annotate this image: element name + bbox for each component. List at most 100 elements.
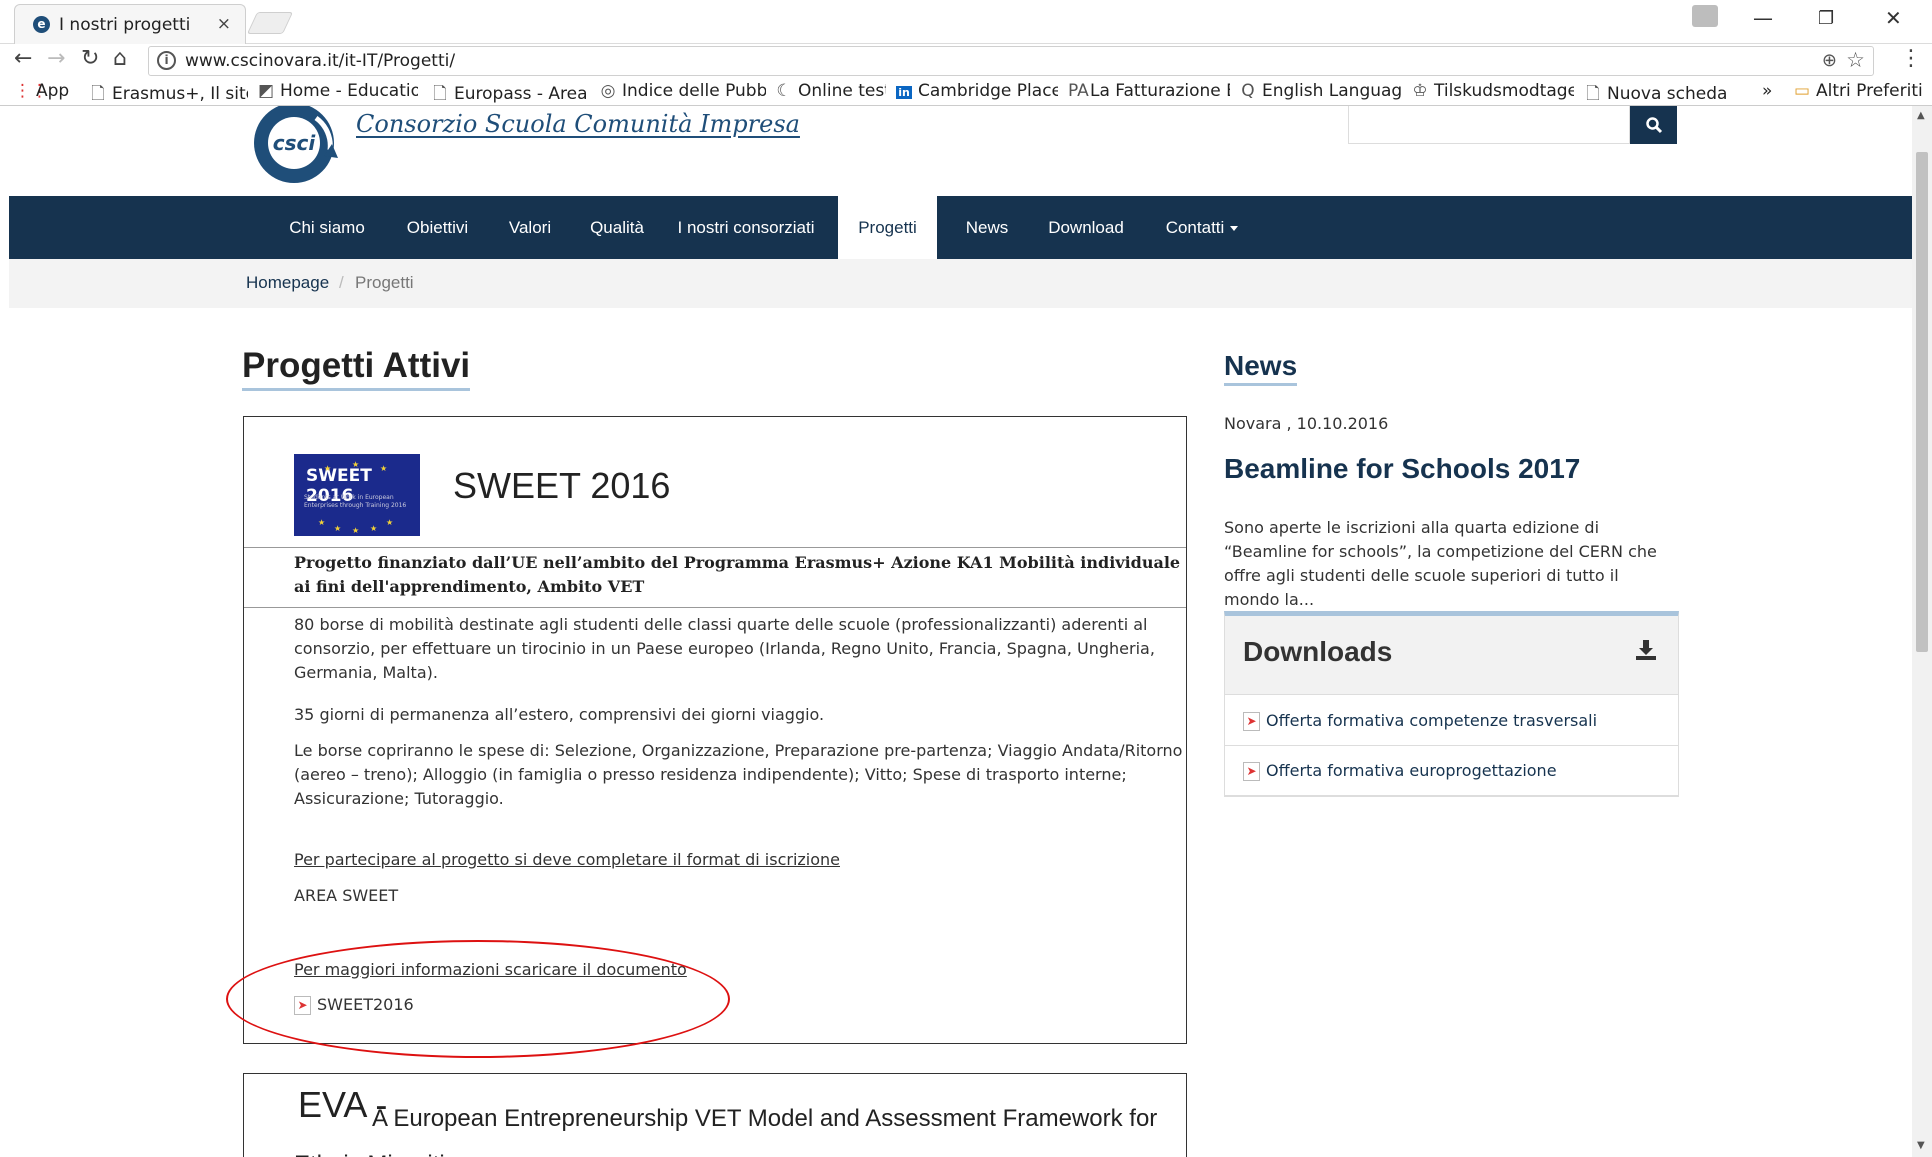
site-favicon-icon: e (33, 16, 50, 33)
bookmark-label: Online test (798, 81, 886, 101)
info-icon[interactable]: i (157, 51, 176, 70)
folder-icon: ▭ (1794, 81, 1811, 101)
apps-icon: ⋮⋮ (14, 81, 48, 101)
nav-item-label: Valori (508, 218, 552, 237)
restore-icon[interactable]: ❐ (1818, 8, 1834, 29)
nav-item-chi-siamo[interactable]: Chi siamo (279, 196, 375, 259)
nav-item-valori[interactable]: Valori (498, 196, 562, 259)
main-nav: Chi siamo Obiettivi Valori Qualità I nostri … (9, 196, 1912, 259)
nav-item-i-nostri-consorziati[interactable]: I nostri consorziati (674, 196, 818, 259)
nav-item-download[interactable]: Download (1037, 196, 1135, 259)
pdf-icon: ➤ (1243, 712, 1260, 731)
bookmark-item[interactable]: ⋮⋮App (14, 81, 84, 101)
project-description-1: 80 borse di mobilità destinate agli stud… (294, 615, 1155, 682)
bookmark-item[interactable]: PALa Fatturazione El (1068, 81, 1230, 101)
back-icon[interactable]: ← (14, 46, 32, 71)
brand-name[interactable]: Consorzio Scuola Comunità Impresa (356, 110, 800, 138)
search-input[interactable] (1348, 106, 1630, 144)
browser-toolbar: ← → ↻ ⌂ i www.cscinovara.it/it-IT/Proget… (0, 44, 1932, 78)
divider (244, 547, 1186, 548)
nav-item-label: News (965, 218, 1009, 237)
nav-item-label: Obiettivi (406, 218, 469, 237)
logo-text: csci (273, 131, 317, 155)
tab-close-icon[interactable]: × (217, 14, 231, 34)
bookmark-label: Tilskudsmodtage (1434, 81, 1574, 101)
nav-item-contatti[interactable]: Contatti (1154, 196, 1250, 259)
eu-star-icon: ★ (334, 524, 342, 533)
eu-star-icon: ★ (318, 518, 326, 527)
project-description-3: Le borse copriranno le spese di: Selezio… (294, 741, 1183, 808)
zoom-icon[interactable]: ⊕ (1822, 50, 1837, 71)
download-label: Offerta formativa europrogettazione (1266, 761, 1557, 780)
bookmark-item[interactable]: ☾ Online test (776, 81, 886, 101)
forward-icon[interactable]: → (47, 46, 65, 71)
nav-item-label: Download (1048, 218, 1124, 237)
bookmark-label: La Fatturazione El (1090, 81, 1230, 101)
nav-item-progetti[interactable]: Progetti (838, 196, 937, 259)
nav-item-label: Contatti (1165, 218, 1225, 237)
bookmark-label: App (36, 81, 70, 101)
project-logo: SWEET 2016 Students at Work in European … (294, 454, 420, 536)
moon-icon: ☾ (776, 81, 792, 101)
signup-link[interactable]: Per partecipare al progetto si deve comp… (294, 848, 1184, 872)
bookmark-item[interactable]: ♔ Tilskudsmodtage (1412, 81, 1574, 101)
page-title: Progetti Attivi (242, 346, 471, 391)
home-icon[interactable]: ⌂ (113, 46, 127, 71)
bookmarks-bar: ⋮⋮App 🗋 Erasmus+, Il sito ◩ Home - Educatio 🗋… (0, 78, 1932, 106)
download-item[interactable]: ➤ Offerta formativa competenze trasversal… (1225, 696, 1678, 746)
browser-menu-icon[interactable]: ⋮ (1900, 46, 1922, 71)
pdf-icon: ➤ (1243, 762, 1260, 781)
bookmark-item[interactable]: ◎ Indice delle Pubb (600, 81, 766, 101)
bookmark-item[interactable]: in Cambridge Place (896, 81, 1058, 101)
divider (244, 607, 1186, 608)
nav-item-label: Progetti (858, 218, 917, 237)
downloads-title: Downloads (1243, 636, 1393, 667)
nav-item-label: I nostri consorziati (677, 218, 815, 237)
tab-title: I nostri progetti (59, 15, 191, 35)
project2-name: A European Entrepreneurship VET Model an… (294, 1105, 1158, 1157)
reload-icon[interactable]: ↻ (81, 46, 99, 71)
scrollbar-thumb[interactable] (1916, 152, 1928, 652)
download-item[interactable]: ➤ Offerta formativa europrogettazione (1225, 746, 1678, 796)
minimize-icon[interactable]: — (1753, 6, 1773, 30)
download-link[interactable]: ➤ Offerta formativa europrogettazione (1243, 761, 1557, 781)
news-title-link[interactable]: Beamline for Schools 2017 (1224, 453, 1580, 485)
breadcrumb-home-link[interactable]: Homepage (246, 273, 329, 293)
eu-star-icon: ★ (324, 464, 332, 473)
project-logo-subtitle: Students at Work in European Enterprises… (304, 494, 407, 509)
scroll-up-icon[interactable]: ▲ (1917, 110, 1925, 121)
download-icon (1636, 640, 1656, 660)
new-tab-button[interactable] (246, 12, 294, 34)
page-scrollbar[interactable]: ▲ ▼ (1912, 106, 1932, 1157)
download-link[interactable]: ➤ Offerta formativa competenze trasversal… (1243, 711, 1597, 731)
nav-item-news[interactable]: News (957, 196, 1017, 259)
area-sweet-link[interactable]: AREA SWEET (294, 884, 1184, 908)
eu-star-icon: ★ (352, 526, 360, 535)
nav-item-qualit-[interactable]: Qualità (580, 196, 654, 259)
browser-chrome: e I nostri progetti × — ❐ ✕ ← → ↻ ⌂ i ww… (0, 0, 1932, 106)
address-bar[interactable]: i www.cscinovara.it/it-IT/Progetti/ ⊕ ☆ (148, 46, 1874, 76)
bookmark-star-icon[interactable]: ☆ (1846, 48, 1865, 72)
other-bookmarks-folder[interactable]: ▭ Altri Preferiti (1794, 81, 1923, 101)
nav-item-obiettivi[interactable]: Obiettivi (395, 196, 480, 259)
bookmarks-overflow-icon[interactable]: » (1762, 81, 1772, 101)
profile-icon[interactable] (1692, 5, 1718, 27)
crown-icon: ♔ (1412, 81, 1428, 101)
home-education-icon: ◩ (258, 81, 275, 101)
browser-tab[interactable]: e I nostri progetti × (14, 4, 246, 44)
bookmark-item[interactable]: Q English Language (1240, 81, 1402, 101)
close-window-icon[interactable]: ✕ (1885, 6, 1902, 30)
project-description-2: 35 giorni di permanenza all’estero, comp… (294, 705, 825, 724)
bookmark-label: Europass - Area R (454, 84, 590, 104)
bookmark-item[interactable]: ◩ Home - Educatio (258, 81, 418, 101)
search-button[interactable] (1630, 106, 1677, 144)
breadcrumb: Homepage / Progetti (9, 259, 1912, 308)
linkedin-icon: in (896, 86, 912, 99)
url-text: www.cscinovara.it/it-IT/Progetti/ (185, 51, 456, 71)
scroll-down-icon[interactable]: ▼ (1917, 1140, 1925, 1151)
bookmark-label: Erasmus+, Il sito (112, 84, 248, 104)
csci-logo[interactable]: csci (246, 106, 342, 188)
tab-strip: e I nostri progetti × — ❐ ✕ (0, 0, 1932, 44)
search-icon (1645, 117, 1662, 134)
caret-down-icon (1230, 226, 1239, 232)
